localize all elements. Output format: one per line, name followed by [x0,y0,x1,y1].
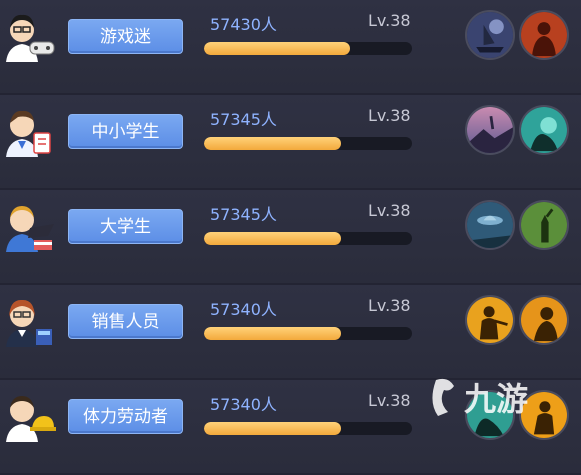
level-label: Lv.38 [368,391,411,410]
tag-button[interactable]: 体力劳动者 [68,399,183,434]
progress-bar [204,137,412,150]
tag-button[interactable]: 大学生 [68,209,183,244]
agent-silhouette-badge-icon[interactable] [519,295,569,345]
member-count: 57345人 [210,110,277,129]
level-label: Lv.38 [368,11,411,30]
progress-bar [204,42,412,55]
salesperson-avatar-icon [0,293,56,349]
jungle-creature-badge-icon[interactable] [519,105,569,155]
progress-fill [204,422,342,435]
level-label: Lv.38 [368,296,411,315]
pirate-ship-badge-icon[interactable] [465,10,515,60]
progress-fill [204,327,342,340]
list-item: 中小学生 57345人 Lv.38 [0,95,581,190]
ufo-badge-icon[interactable] [465,200,515,250]
red-silhouette-badge-icon[interactable] [519,10,569,60]
tag-button[interactable]: 游戏迷 [68,19,183,54]
level-label: Lv.38 [368,106,411,125]
progress-fill [204,42,350,55]
student-avatar-icon [0,103,56,159]
jiuyou-logo-icon [432,378,454,416]
progress-bar [204,327,412,340]
jiuyou-watermark: 九游 [424,372,574,422]
graduate-avatar-icon [0,198,56,254]
climber-sunset-badge-icon[interactable] [465,105,515,155]
tag-button[interactable]: 销售人员 [68,304,183,339]
progress-bar [204,232,412,245]
progress-fill [204,232,342,245]
gamer-avatar-icon [0,8,56,64]
member-count: 57340人 [210,395,277,414]
list-item: 销售人员 57340人 Lv.38 [0,285,581,380]
worker-avatar-icon [0,388,56,444]
watermark-text: 九游 [464,380,528,418]
soldier-badge-icon[interactable] [465,295,515,345]
list-item: 大学生 57345人 Lv.38 [0,190,581,285]
list-item: 游戏迷 57430人 Lv.38 [0,0,581,95]
member-count: 57430人 [210,15,277,34]
member-count: 57345人 [210,205,277,224]
level-label: Lv.38 [368,201,411,220]
statue-badge-icon[interactable] [519,200,569,250]
tag-button[interactable]: 中小学生 [68,114,183,149]
member-count: 57340人 [210,300,277,319]
progress-bar [204,422,412,435]
progress-fill [204,137,342,150]
